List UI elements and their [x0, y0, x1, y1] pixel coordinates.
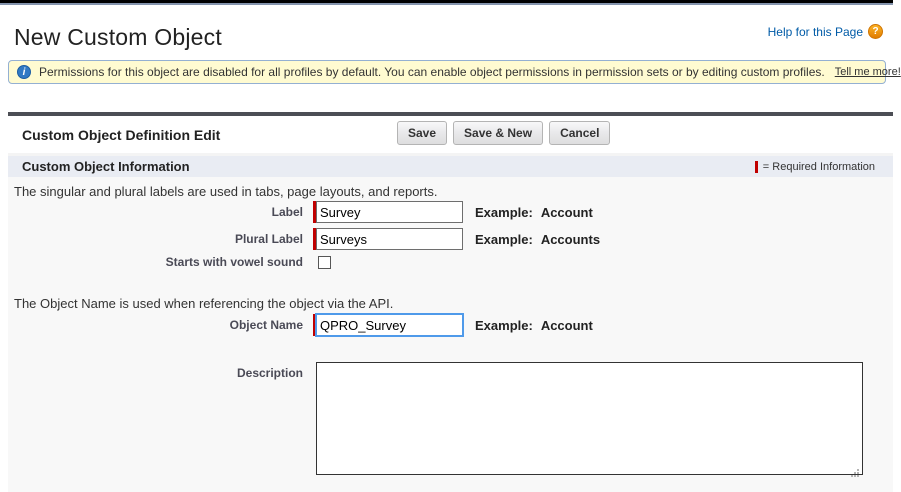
- help-link[interactable]: Help for this Page: [768, 25, 863, 39]
- label-field-label: Label: [8, 205, 313, 219]
- panel-header: Custom Object Definition Edit Save Save …: [8, 116, 893, 153]
- example-value: Account: [541, 318, 593, 333]
- vowel-sound-field: [313, 256, 331, 269]
- cancel-button[interactable]: Cancel: [549, 121, 610, 145]
- tell-me-more-link[interactable]: Tell me more!: [835, 66, 901, 78]
- section-title: Custom Object Information: [22, 159, 190, 174]
- save-button[interactable]: Save: [397, 121, 447, 145]
- required-legend: = Required Information: [755, 161, 875, 173]
- plural-label-row: Plural Label Example: Accounts: [8, 228, 893, 250]
- vowel-sound-checkbox[interactable]: [318, 256, 331, 269]
- description-textarea[interactable]: [316, 362, 863, 475]
- example-value: Account: [541, 205, 593, 220]
- save-and-new-button[interactable]: Save & New: [453, 121, 543, 145]
- form-body: The singular and plural labels are used …: [8, 177, 893, 492]
- description-row: Description: [8, 362, 893, 480]
- info-icon: i: [17, 65, 31, 79]
- example-prefix: Example:: [475, 232, 533, 247]
- required-legend-text: = Required Information: [763, 161, 875, 173]
- section-header: Custom Object Information = Required Inf…: [8, 153, 893, 177]
- plural-label-input[interactable]: [316, 228, 463, 250]
- resize-handle-icon[interactable]: [850, 465, 860, 475]
- notice-links: Tell me more! Don't show this message ag…: [835, 66, 901, 78]
- example-value: Accounts: [541, 232, 600, 247]
- label-row: Label Example: Account: [8, 201, 893, 223]
- plural-label-example: Example: Accounts: [475, 232, 600, 247]
- vowel-sound-label: Starts with vowel sound: [8, 255, 313, 269]
- description-field-label: Description: [8, 362, 313, 380]
- permissions-notice-banner: i Permissions for this object are disabl…: [8, 60, 886, 84]
- page-title: New Custom Object: [14, 24, 222, 51]
- object-name-field-label: Object Name: [8, 318, 313, 332]
- plural-label-field-label: Plural Label: [8, 232, 313, 246]
- panel-title: Custom Object Definition Edit: [8, 127, 220, 143]
- example-prefix: Example:: [475, 318, 533, 333]
- custom-object-edit-panel: Custom Object Definition Edit Save Save …: [8, 112, 893, 492]
- object-name-field: Example: Account: [313, 314, 593, 336]
- label-input[interactable]: [316, 201, 463, 223]
- vowel-sound-row: Starts with vowel sound: [8, 255, 893, 269]
- label-field: Example: Account: [313, 201, 593, 223]
- labels-intro-text: The singular and plural labels are used …: [8, 184, 893, 199]
- object-name-input[interactable]: [316, 314, 463, 336]
- object-name-example: Example: Account: [475, 318, 593, 333]
- help-area: Help for this Page ?: [768, 24, 883, 39]
- object-name-row: Object Name Example: Account: [8, 314, 893, 336]
- action-buttons: Save Save & New Cancel: [397, 121, 610, 145]
- label-example: Example: Account: [475, 205, 593, 220]
- notice-message: Permissions for this object are disabled…: [39, 65, 825, 79]
- plural-label-field: Example: Accounts: [313, 228, 600, 250]
- description-textarea-wrap: [316, 362, 863, 480]
- description-field: [313, 362, 863, 480]
- help-question-icon[interactable]: ?: [868, 24, 883, 39]
- example-prefix: Example:: [475, 205, 533, 220]
- api-intro-text: The Object Name is used when referencing…: [8, 296, 893, 311]
- required-marker-icon: [755, 161, 758, 173]
- top-black-bar: [0, 0, 893, 5]
